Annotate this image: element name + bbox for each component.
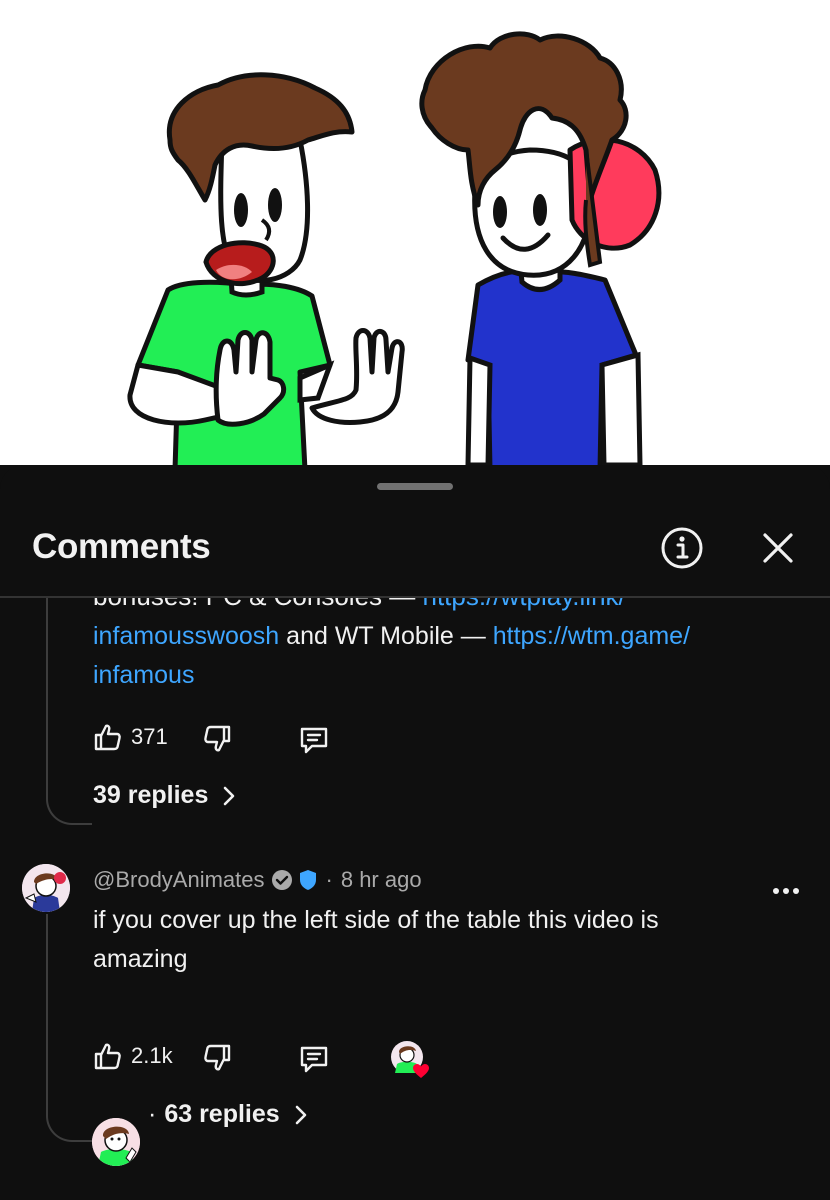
comment-text-line: infamous	[93, 656, 194, 695]
thread-line	[46, 914, 92, 1142]
dislike-button[interactable]	[202, 1043, 232, 1073]
info-icon	[661, 527, 703, 569]
view-replies-button[interactable]: · 63 replies	[148, 1100, 312, 1129]
green-shirt-character	[127, 72, 405, 465]
thumbs-down-icon	[204, 1044, 231, 1071]
comment-text-line: amazing	[93, 945, 188, 973]
thumbs-up-icon	[94, 724, 121, 751]
comment-text-line: infamousswoosh and WT Mobile — https://w…	[93, 617, 690, 656]
author-handle[interactable]: @BrodyAnimates	[93, 867, 265, 893]
chevron-right-icon	[295, 1105, 306, 1124]
comment-meta: @BrodyAnimates · 8 hr ago	[93, 867, 422, 893]
dislike-button[interactable]	[202, 724, 232, 754]
comment-text-line: if you cover up the left side of the tab…	[93, 906, 659, 934]
drag-handle[interactable]	[377, 483, 453, 490]
avatar-illustration	[22, 864, 70, 912]
thumbs-up-icon	[94, 1043, 121, 1070]
comment-text-segment: and WT Mobile —	[279, 622, 493, 650]
creator-heart	[390, 1040, 432, 1080]
comments-panel: Comments bonuses! PC & Consoles — https:…	[0, 465, 830, 1200]
reply-button[interactable]	[298, 1043, 330, 1075]
view-replies-button[interactable]: 39 replies	[93, 781, 240, 810]
verified-check-icon	[271, 870, 292, 890]
member-shield-icon	[299, 870, 316, 890]
more-options-icon[interactable]	[772, 885, 800, 897]
comment-text-segment: bonuses! PC & Consoles —	[93, 598, 423, 611]
comment-text-cut-line: bonuses! PC & Consoles — https://wtplay.…	[93, 598, 626, 612]
close-button[interactable]	[756, 526, 800, 570]
comment-time: 8 hr ago	[340, 867, 422, 892]
creator-heart-icon	[391, 1041, 429, 1078]
reply-avatar-illustration	[92, 1118, 140, 1166]
partner-link-start[interactable]: https://wtplay.link/	[423, 598, 626, 611]
info-button[interactable]	[660, 526, 704, 570]
like-button[interactable]: 2.1k	[93, 1041, 173, 1071]
reply-button[interactable]	[298, 724, 330, 756]
mobile-link-start[interactable]: https://wtm.game/	[493, 622, 690, 650]
like-button[interactable]: 371	[93, 722, 168, 752]
video-frame-illustration	[127, 31, 662, 465]
thumbs-down-icon	[204, 725, 231, 752]
panel-title: Comments	[32, 527, 211, 566]
close-icon	[763, 533, 793, 563]
meta-separator: ·	[325, 867, 333, 892]
chevron-right-icon	[224, 786, 235, 805]
avatar[interactable]	[22, 864, 70, 912]
comment-reply-icon	[300, 727, 328, 754]
thread-line	[46, 598, 92, 825]
replies-separator: ·	[148, 1100, 157, 1128]
partner-link-end[interactable]: infamousswoosh	[93, 622, 279, 650]
blue-shirt-character	[419, 31, 662, 465]
like-count: 371	[131, 724, 168, 749]
video-player[interactable]	[0, 0, 830, 465]
mobile-link-end[interactable]: infamous	[93, 661, 194, 689]
like-count: 2.1k	[131, 1043, 173, 1068]
replies-count: 63 replies	[164, 1100, 280, 1128]
replies-count: 39 replies	[93, 781, 209, 809]
comments-list[interactable]: bonuses! PC & Consoles — https://wtplay.…	[0, 598, 830, 1200]
reply-avatar	[92, 1118, 140, 1166]
comment-reply-icon	[300, 1046, 328, 1073]
